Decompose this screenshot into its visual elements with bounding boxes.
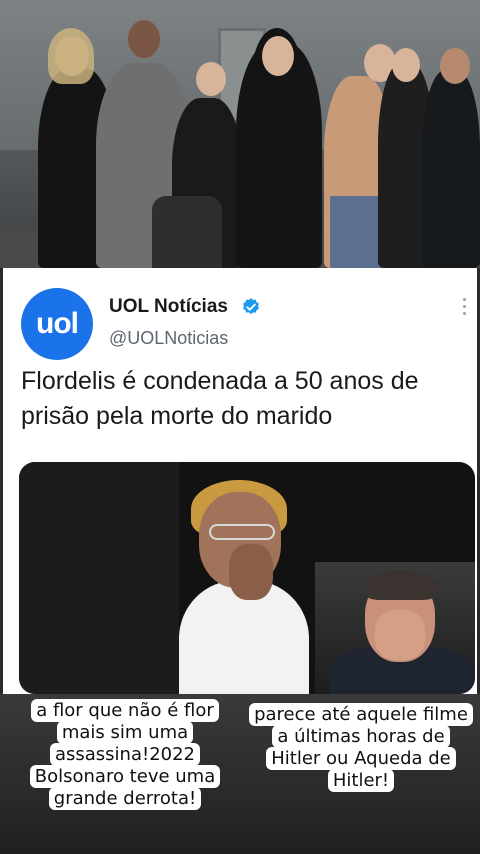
account-handle[interactable]: @UOLNoticias [109,328,228,349]
caption-left-text: a flor que não é flor mais sim uma assas… [29,699,221,810]
more-vertical-icon[interactable] [461,298,467,318]
media-dark-robe [19,462,179,694]
verified-badge-icon [243,298,259,315]
person-officer [422,70,480,268]
person-head [440,48,470,84]
caption-right: parece até aquele filme a últimas horas … [248,703,474,792]
chair [152,196,222,268]
uol-avatar[interactable]: uol [21,288,93,360]
caption-right-text: parece até aquele filme a últimas horas … [249,703,473,792]
person-head [392,48,420,82]
person-head [262,36,294,76]
person-jeans [330,196,384,268]
person-head [196,62,226,96]
tweet-media-image[interactable] [19,462,475,694]
media-praying-hands [229,544,273,600]
media-glasses [209,524,275,540]
inset-man-hair [365,570,437,600]
person-hair [48,28,94,84]
tweet-card[interactable]: uol UOL Notícias @UOLNoticias Flordelis … [3,268,477,694]
tweet-text: Flordelis é condenada a 50 anos de prisã… [21,367,419,430]
media-inset-photo [315,562,475,694]
inset-man-hands [375,610,425,660]
avatar-logo-text: uol [36,307,79,340]
person-head [128,20,160,58]
courtroom-photo [0,0,480,268]
caption-left: a flor que não é flor mais sim uma assas… [10,699,240,810]
account-name[interactable]: UOL Notícias [109,296,228,318]
